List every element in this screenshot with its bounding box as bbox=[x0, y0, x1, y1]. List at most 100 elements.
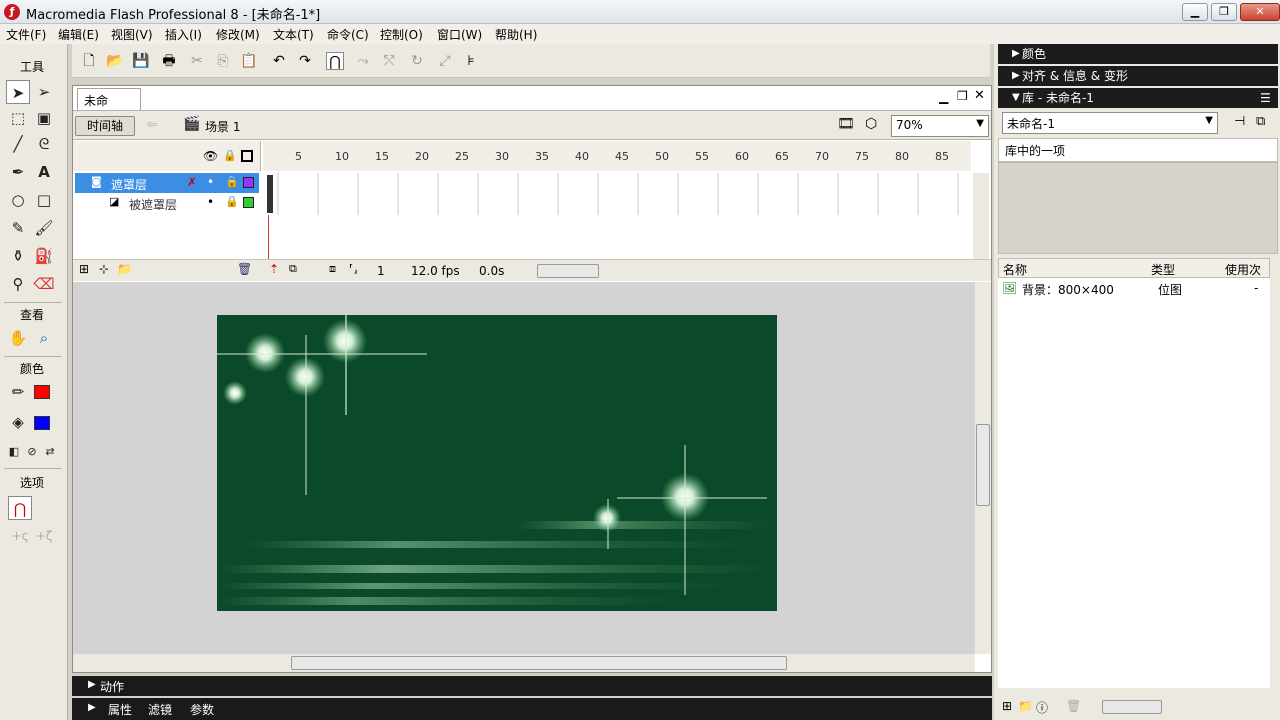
align-icon[interactable]: ⊧ bbox=[462, 52, 480, 70]
eyedropper-tool-icon[interactable]: ⚲ bbox=[6, 272, 30, 296]
rotate-icon[interactable]: ↻ bbox=[408, 52, 426, 70]
tab-filters[interactable]: 滤镜 bbox=[148, 701, 172, 718]
doc-close-icon[interactable]: ✕ bbox=[974, 88, 985, 103]
frame-grid[interactable] bbox=[263, 173, 971, 215]
column-name[interactable]: 名称 bbox=[1003, 261, 1027, 278]
properties-panel-header[interactable]: ▶ 属性 滤镜 参数 bbox=[72, 698, 992, 720]
menu-insert[interactable]: 插入(I) bbox=[165, 26, 202, 43]
new-library-icon[interactable]: ⧉ bbox=[1256, 114, 1265, 129]
line-tool-icon[interactable]: ╱ bbox=[6, 132, 30, 156]
doc-restore-icon[interactable]: ❐ bbox=[957, 89, 968, 103]
lasso-tool-icon[interactable]: ᘓ bbox=[32, 132, 56, 156]
new-folder-icon[interactable]: 📁 bbox=[1018, 699, 1033, 713]
tab-parameters[interactable]: 参数 bbox=[190, 701, 214, 718]
onion-skin-icon[interactable]: ⧉ bbox=[289, 262, 297, 276]
save-icon[interactable]: 💾 bbox=[132, 52, 150, 70]
zoom-tool-icon[interactable]: ⌕ bbox=[32, 326, 56, 350]
library-panel-header[interactable]: ▼ 库 - 未命名-1 ☰ bbox=[998, 88, 1278, 108]
library-vscroll[interactable] bbox=[1270, 278, 1280, 688]
library-select[interactable]: 未命名-1 ▼ bbox=[1002, 112, 1218, 134]
actions-panel-header[interactable]: ▶ 动作 bbox=[72, 676, 992, 696]
layer-row-masked[interactable]: ◪ 被遮罩层 • 🔒 bbox=[75, 193, 259, 213]
edit-scene-icon[interactable]: 🎞 bbox=[837, 116, 855, 132]
tab-properties[interactable]: 属性 bbox=[108, 701, 132, 718]
stroke-color-swatch[interactable] bbox=[34, 385, 50, 399]
timeline-vscroll[interactable] bbox=[973, 173, 989, 259]
column-usage[interactable]: 使用次 bbox=[1225, 261, 1261, 278]
menu-commands[interactable]: 命令(C) bbox=[327, 26, 369, 43]
back-arrow-icon[interactable]: ⇦ bbox=[147, 117, 157, 131]
layer-color-swatch[interactable] bbox=[243, 197, 254, 208]
properties-icon[interactable]: ⓘ bbox=[1036, 699, 1048, 716]
library-hscroll-thumb[interactable] bbox=[1102, 700, 1162, 714]
smooth-toolbar-icon[interactable]: ⤳ bbox=[354, 52, 372, 70]
timeline-toggle-button[interactable]: 时间轴 bbox=[75, 116, 135, 136]
open-file-icon[interactable]: 📂 bbox=[106, 52, 124, 70]
scene-label[interactable]: 场景 1 bbox=[205, 118, 240, 135]
redo-icon[interactable]: ↷ bbox=[296, 52, 314, 70]
menu-window[interactable]: 窗口(W) bbox=[437, 26, 482, 43]
paste-icon[interactable]: 📋 bbox=[240, 52, 258, 70]
menu-file[interactable]: 文件(F) bbox=[6, 26, 46, 43]
stage-hscroll[interactable] bbox=[73, 654, 975, 672]
restore-button[interactable]: ❐ bbox=[1211, 3, 1237, 21]
edit-multiple-frames-icon[interactable]: ⧈ bbox=[329, 262, 336, 276]
stage-vscroll[interactable] bbox=[975, 282, 991, 654]
free-transform-tool-icon[interactable]: ⬚ bbox=[6, 106, 30, 130]
straighten-toolbar-icon[interactable]: ⤲ bbox=[380, 52, 398, 70]
hand-tool-icon[interactable]: ✋ bbox=[6, 326, 30, 350]
stage-hscroll-thumb[interactable] bbox=[291, 656, 787, 670]
lock-icon[interactable]: 🔒 bbox=[223, 149, 237, 162]
snap-magnet-icon[interactable]: ⋂ bbox=[8, 496, 32, 520]
print-icon[interactable]: 🖶 bbox=[160, 52, 178, 70]
onion-markers-icon[interactable]: ⸢⸥ bbox=[349, 262, 358, 275]
document-tab[interactable]: 未命名-1* bbox=[77, 88, 141, 125]
layer-row-mask[interactable]: ◙ 遮罩层 ✗ • 🔒 bbox=[75, 173, 259, 193]
selection-tool-icon[interactable]: ➤ bbox=[6, 80, 30, 104]
subselection-tool-icon[interactable]: ➢ bbox=[32, 80, 56, 104]
add-guide-icon[interactable]: ⊹ bbox=[99, 262, 109, 276]
layer-lock-icon[interactable]: 🔒 bbox=[225, 175, 239, 188]
menu-control[interactable]: 控制(O) bbox=[380, 26, 423, 43]
zoom-select[interactable]: 70% ▼ bbox=[891, 115, 989, 137]
close-button[interactable]: ✕ bbox=[1240, 3, 1280, 21]
stage-canvas[interactable] bbox=[217, 315, 777, 611]
fill-color-swatch[interactable] bbox=[34, 416, 50, 430]
edit-symbols-icon[interactable]: ⬡ bbox=[865, 116, 877, 132]
minimize-button[interactable]: ▁ bbox=[1182, 3, 1208, 21]
delete-layer-icon[interactable]: 🗑 bbox=[237, 262, 252, 276]
menu-modify[interactable]: 修改(M) bbox=[216, 26, 260, 43]
delete-icon[interactable]: 🗑 bbox=[1066, 699, 1081, 713]
layer-lock-icon[interactable]: 🔒 bbox=[225, 195, 239, 208]
pen-tool-icon[interactable]: ✒ bbox=[6, 160, 30, 184]
align-panel-header[interactable]: ▶ 对齐 & 信息 & 变形 bbox=[998, 66, 1278, 86]
doc-minimize-icon[interactable]: ▁ bbox=[939, 90, 948, 104]
eraser-tool-icon[interactable]: ⌫ bbox=[32, 272, 56, 296]
oval-tool-icon[interactable]: ○ bbox=[6, 188, 30, 212]
show-hide-icon[interactable]: 👁 bbox=[203, 149, 218, 163]
rectangle-tool-icon[interactable]: □ bbox=[32, 188, 56, 212]
layer-name[interactable]: 遮罩层 bbox=[111, 176, 147, 193]
new-file-icon[interactable]: 🗋 bbox=[80, 52, 98, 70]
paint-bucket-tool-icon[interactable]: ⛽ bbox=[32, 244, 56, 268]
frame-rate[interactable]: 12.0 fps bbox=[411, 262, 460, 280]
cut-icon[interactable]: ✂ bbox=[188, 52, 206, 70]
add-folder-icon[interactable]: 📁 bbox=[117, 262, 132, 276]
menu-help[interactable]: 帮助(H) bbox=[495, 26, 537, 43]
pin-icon[interactable]: ⊣ bbox=[1234, 114, 1245, 129]
menu-view[interactable]: 视图(V) bbox=[111, 26, 153, 43]
panel-menu-icon[interactable]: ☰ bbox=[1260, 88, 1271, 108]
new-symbol-icon[interactable]: ⊞ bbox=[1002, 699, 1012, 713]
keyframes[interactable] bbox=[267, 175, 273, 213]
layer-name[interactable]: 被遮罩层 bbox=[129, 196, 177, 213]
ink-bottle-tool-icon[interactable]: ⚱ bbox=[6, 244, 30, 268]
snap-to-objects-icon[interactable]: ⋂ bbox=[326, 52, 344, 70]
add-layer-icon[interactable]: ⊞ bbox=[79, 262, 89, 276]
scale-icon[interactable]: ⤢ bbox=[436, 52, 454, 70]
layer-color-swatch[interactable] bbox=[243, 177, 254, 188]
frame-hscroll-thumb[interactable] bbox=[537, 264, 599, 278]
menu-edit[interactable]: 编辑(E) bbox=[58, 26, 99, 43]
column-type[interactable]: 类型 bbox=[1151, 261, 1175, 278]
copy-icon[interactable]: ⎘ bbox=[214, 52, 232, 70]
outline-icon[interactable] bbox=[241, 150, 253, 162]
